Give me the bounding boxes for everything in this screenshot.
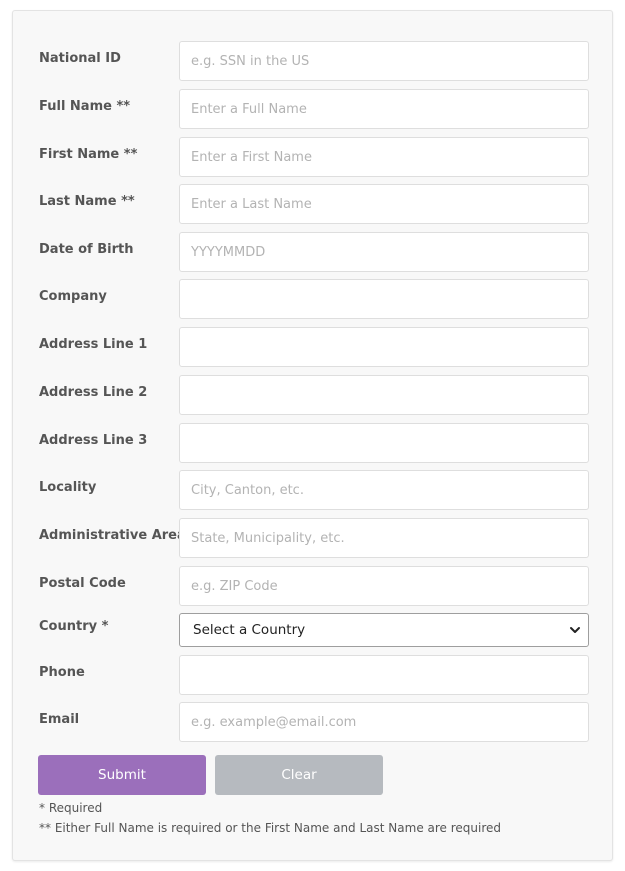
- field-full-name: Full Name **: [13, 89, 612, 129]
- national-id-label: National ID: [39, 51, 121, 66]
- field-administrative-area: Administrative Area: [13, 518, 612, 558]
- address-line-3-input[interactable]: [179, 423, 589, 463]
- postal-code-input[interactable]: [179, 566, 589, 606]
- last-name-label: Last Name **: [39, 194, 135, 209]
- registration-form: National ID Full Name ** First Name ** L…: [12, 10, 613, 861]
- full-name-input[interactable]: [179, 89, 589, 129]
- address-line-2-input[interactable]: [179, 375, 589, 415]
- email-input[interactable]: [179, 702, 589, 742]
- first-name-input[interactable]: [179, 137, 589, 177]
- field-last-name: Last Name **: [13, 184, 612, 224]
- full-name-label: Full Name **: [39, 99, 131, 114]
- country-label: Country *: [39, 619, 109, 634]
- field-locality: Locality: [13, 470, 612, 510]
- field-first-name: First Name **: [13, 137, 612, 177]
- administrative-area-label: Administrative Area: [39, 528, 186, 543]
- field-date-of-birth: Date of Birth: [13, 232, 612, 272]
- field-address-line-2: Address Line 2: [13, 375, 612, 415]
- submit-button[interactable]: Submit: [38, 755, 206, 795]
- locality-label: Locality: [39, 480, 97, 495]
- administrative-area-input[interactable]: [179, 518, 589, 558]
- field-national-id: National ID: [13, 41, 612, 81]
- postal-code-label: Postal Code: [39, 576, 126, 591]
- clear-button[interactable]: Clear: [215, 755, 383, 795]
- locality-input[interactable]: [179, 470, 589, 510]
- address-line-3-label: Address Line 3: [39, 433, 148, 448]
- field-phone: Phone: [13, 655, 612, 695]
- field-postal-code: Postal Code: [13, 566, 612, 606]
- country-select[interactable]: Select a Country: [179, 613, 589, 647]
- field-email: Email: [13, 702, 612, 742]
- address-line-1-input[interactable]: [179, 327, 589, 367]
- date-of-birth-input[interactable]: [179, 232, 589, 272]
- date-of-birth-label: Date of Birth: [39, 242, 134, 257]
- country-select-value: Select a Country: [193, 622, 306, 638]
- name-requirement-note: ** Either Full Name is required or the F…: [39, 821, 502, 835]
- phone-label: Phone: [39, 665, 85, 680]
- last-name-input[interactable]: [179, 184, 589, 224]
- phone-input[interactable]: [179, 655, 589, 695]
- national-id-input[interactable]: [179, 41, 589, 81]
- address-line-1-label: Address Line 1: [39, 337, 148, 352]
- first-name-label: First Name **: [39, 147, 138, 162]
- address-line-2-label: Address Line 2: [39, 385, 148, 400]
- company-label: Company: [39, 289, 107, 304]
- field-address-line-1: Address Line 1: [13, 327, 612, 367]
- field-country: Country * Select a Country: [13, 613, 612, 647]
- field-address-line-3: Address Line 3: [13, 423, 612, 463]
- field-company: Company: [13, 279, 612, 319]
- email-label: Email: [39, 712, 80, 727]
- chevron-down-icon: [570, 627, 580, 633]
- required-note: * Required: [39, 801, 103, 815]
- company-input[interactable]: [179, 279, 589, 319]
